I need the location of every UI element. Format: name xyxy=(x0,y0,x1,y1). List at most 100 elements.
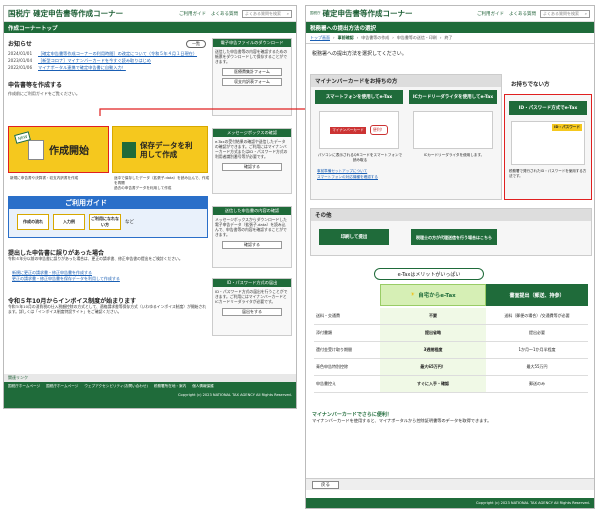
smartphone-illustration: マイナンバーカード 便利！ xyxy=(319,111,399,149)
faq-link[interactable]: よくある質問 xyxy=(509,11,536,17)
smartphone-etax-button[interactable]: スマートフォンを使用してe-Tax xyxy=(315,90,403,104)
smartphone-caption: パソコンに表示されるQRコードをスマートフォンで読み取る xyxy=(317,153,403,162)
row-etax: 最大65万円！ xyxy=(380,359,486,375)
question-text: 税務署への提出方法を選択してください。 xyxy=(312,51,407,57)
resume-create-button[interactable]: 保存データを利用して作成 xyxy=(112,126,208,173)
no-card-title: お持ちでない方 xyxy=(511,82,550,88)
row-label: 送料・交通費 xyxy=(316,313,340,318)
start-create-label: 作成開始 xyxy=(49,146,89,157)
site-header: 国税庁 確定申告書等作成コーナー ご利用ガイド よくある質問 よくある質問を検索… xyxy=(306,6,594,22)
faq-search-input[interactable]: よくある質問を検索 ⌕ xyxy=(540,9,590,18)
row-etax: 不要 xyxy=(380,308,486,324)
col-paper: 書面提出（郵送、持参） xyxy=(486,284,588,306)
mynumber-card-panel: マイナンバーカードをお持ちの方 スマートフォンを使用してe-Tax ICカードリ… xyxy=(310,74,502,200)
usage-guide-title: ご利用ガイド xyxy=(9,197,207,209)
submission-window: 国税庁 確定申告書等作成コーナー ご利用ガイド よくある質問 よくある質問を検索… xyxy=(305,5,595,509)
site-brand[interactable]: 国税庁 確定申告書等作成コーナー xyxy=(8,8,123,19)
row-paper: 1か月～1か月半程度 xyxy=(518,347,556,352)
icreader-etax-button[interactable]: ICカードリーダライタを使用してe-Tax xyxy=(409,90,497,104)
step-breadcrumb: トップ画面 › 事前確認 › 申告書等の作成 › 申告書等の送信・印刷 › 終了 xyxy=(306,33,594,44)
guide-item-example[interactable]: 入力例 xyxy=(53,214,85,230)
icreader-caption: ICカードリーダライタを使用します。 xyxy=(423,153,485,157)
start-create-button[interactable]: NEW 作成開始 xyxy=(8,126,109,173)
setup-links: 事前準備セットアップについて スマートフォンの対応機種を確認する xyxy=(317,169,378,180)
guide-item-flow[interactable]: 作成の流れ xyxy=(17,214,49,230)
print-submit-button[interactable]: 印刷して提出 xyxy=(319,229,389,245)
income-form-button[interactable]: 収支内訳表フォーム xyxy=(222,78,282,86)
usage-guide-banner[interactable]: ご利用ガイド 作成の流れ 入力例 ご利用になれない方 など xyxy=(8,196,208,238)
news-item: 2023/01/04 ［新型コロナ］マイナンバーカードを今すぐ読み取りはじめ xyxy=(8,58,151,63)
row-label: 申告書控え xyxy=(316,381,336,386)
mynumber-more-desc: マイナンバーカードを使用すると、マイナポータルから控除証明書等のデータを取得でき… xyxy=(312,418,492,423)
merit-row: 青色申告特別控除 最大65万円！ 最大55万円 xyxy=(314,359,588,376)
device-check-link[interactable]: スマートフォンの対応機種を確認する xyxy=(317,175,378,181)
row-label: 還付金受け取り期間 xyxy=(316,347,352,352)
row-label: 添付書類 xyxy=(316,330,332,335)
left-copyright: Copyright (c) 2023 NATIONAL TAX AGENCY A… xyxy=(177,393,292,397)
sidebox-message: メッセージボックスの確認 e-Taxの受付結果の確認や送信したデータの確認ができ… xyxy=(212,128,292,194)
invoice-desc: 令和５年10月の消費税の仕入税額控除の方式として、適格請求書等保存方式（いわゆる… xyxy=(8,304,207,314)
site-header: 国税庁 確定申告書等作成コーナー ご利用ガイド よくある質問 よくある質問を検索… xyxy=(4,6,296,22)
sidebox-idpw: ID・パスワード方式の届出 ID・パスワード方式の届出を行うことができます。ご利… xyxy=(212,278,292,336)
message-confirm-button[interactable]: 確認する xyxy=(222,163,282,171)
news-item: 2022/01/06 マイナポータル連携で確定申告書に自動入力！ xyxy=(8,65,126,70)
medical-form-button[interactable]: 医療費集計フォーム xyxy=(222,68,282,76)
mynumber-card-label: マイナンバーカード xyxy=(330,126,366,134)
correction-desc: 令和４年分以前の申告書に誤りがあった場合は、更正の請求書、修正申告書の提出をご検… xyxy=(8,256,183,261)
sidebox-sent: 送信した申告書の内容の確認 メッセージボックスからダウンロードした電子申告データ… xyxy=(212,206,292,268)
row-label: 青色申告特別控除 xyxy=(316,364,348,369)
no-card-panel: ID・パスワード方式でe-Tax ID・パスワード 税務署で発行されたID・パス… xyxy=(504,94,592,200)
guide-etc: など xyxy=(125,220,134,225)
sidebox-download: 電子申告ファイルのダウンロード 送信した申告書等の内容を確認するための帳票をダウ… xyxy=(212,38,292,116)
resume-notes: 途中で保存したデータ（拡張子.data）を読み込んで、作成を再開 過去の申告書デ… xyxy=(114,176,210,190)
merit-row: 添付書類 提出省略 提出必要 xyxy=(314,325,588,342)
other-title: その他 xyxy=(311,209,591,221)
row-paper: 最大55万円 xyxy=(526,364,548,369)
site-brand[interactable]: 確定申告書等作成コーナー xyxy=(323,8,413,19)
idpw-illustration: ID・パスワード xyxy=(511,121,585,165)
folder-icon xyxy=(122,141,136,158)
footer-links: 国税庁ホームページ 国税庁ホームページ ウェブアクセシビリティ(お問い合わせ) … xyxy=(8,384,214,388)
merit-row: 申告書控え すぐに入手・確認 郵送のみ xyxy=(314,376,588,393)
mynumber-card-title: マイナンバーカードをお持ちの方 xyxy=(311,75,501,87)
news-item: 2024/01/01 ［確定申告書等作成コーナーの利用時間］の改定について（令和５… xyxy=(8,51,198,56)
page-title: 税務署への提出方法の選択 xyxy=(310,25,377,32)
tax-accountant-button[interactable]: 税理士の方が代理送信を行う場合はこちら xyxy=(411,229,497,245)
news-list: 2024/01/01 ［確定申告書等作成コーナーの利用時間］の改定について（令和５… xyxy=(8,50,206,71)
mynumber-more: マイナンバーカードでさらに便利！ マイナンバーカードを使用すると、マイナポータル… xyxy=(312,412,592,424)
sent-confirm-button[interactable]: 確認する xyxy=(222,241,282,249)
nta-label: 国税庁 xyxy=(310,11,321,15)
back-button[interactable]: 戻る xyxy=(312,480,339,489)
idpw-label: ID・パスワード xyxy=(552,124,582,131)
row-etax: 提出省略 xyxy=(380,325,486,341)
idpw-etax-button[interactable]: ID・パスワード方式でe-Tax xyxy=(509,101,587,115)
page-title-bar: 作成コーナートップ xyxy=(4,22,296,33)
row-paper: 郵送のみ xyxy=(529,381,545,386)
merit-row: 送料・交通費 不要 送料（郵便の場合）/交通費等が必要 xyxy=(314,308,588,325)
footer-title: 関連リンク xyxy=(4,374,296,382)
idpw-apply-button[interactable]: 届出をする xyxy=(222,308,282,316)
guide-link[interactable]: ご利用ガイド xyxy=(179,11,206,17)
guide-item-ineligible[interactable]: ご利用になれない方 xyxy=(89,214,121,230)
search-icon[interactable]: ⌕ xyxy=(287,11,289,16)
icreader-illustration xyxy=(413,111,493,149)
correction-links: 新規に更正の請求書・修正申告書を作成する 更正の請求書・修正申告書を保存データを… xyxy=(12,270,208,282)
right-copyright: Copyright (c) 2023 NATIONAL TAX AGENCY A… xyxy=(475,501,590,505)
other-panel: その他 印刷して提出 税理士の方が代理送信を行う場合はこちら xyxy=(310,208,592,256)
faq-search-input[interactable]: よくある質問を検索 ⌕ xyxy=(242,9,292,18)
news-more-button[interactable]: 一覧 xyxy=(186,39,206,48)
faq-link[interactable]: よくある質問 xyxy=(211,11,238,17)
convenient-badge: 便利！ xyxy=(369,125,388,135)
guide-link[interactable]: ご利用ガイド xyxy=(477,11,504,17)
right-footer: Copyright (c) 2023 NATIONAL TAX AGENCY A… xyxy=(306,498,594,508)
correction-saved-link[interactable]: 更正の請求書・修正申告書を保存データを利用して作成する xyxy=(12,276,208,282)
left-footer: 関連リンク 国税庁ホームページ 国税庁ホームページ ウェブアクセシビリティ(お問… xyxy=(4,374,296,408)
page-title: 作成コーナートップ xyxy=(8,25,58,32)
idpw-caption: 税務署で発行されたID・パスワードを使用する方法です。 xyxy=(509,169,587,178)
resume-create-label: 保存データを利用して作成 xyxy=(140,140,193,159)
search-icon[interactable]: ⌕ xyxy=(585,11,587,16)
merit-row: 還付金受け取り期間 3週間程度 1か月～1か月半程度 xyxy=(314,342,588,359)
create-desc: 作成前にご利用ガイドをご覧ください。 xyxy=(8,91,80,96)
news-title: お知らせ xyxy=(8,41,32,48)
row-paper: 送料（郵便の場合）/交通費等が必要 xyxy=(504,313,570,318)
